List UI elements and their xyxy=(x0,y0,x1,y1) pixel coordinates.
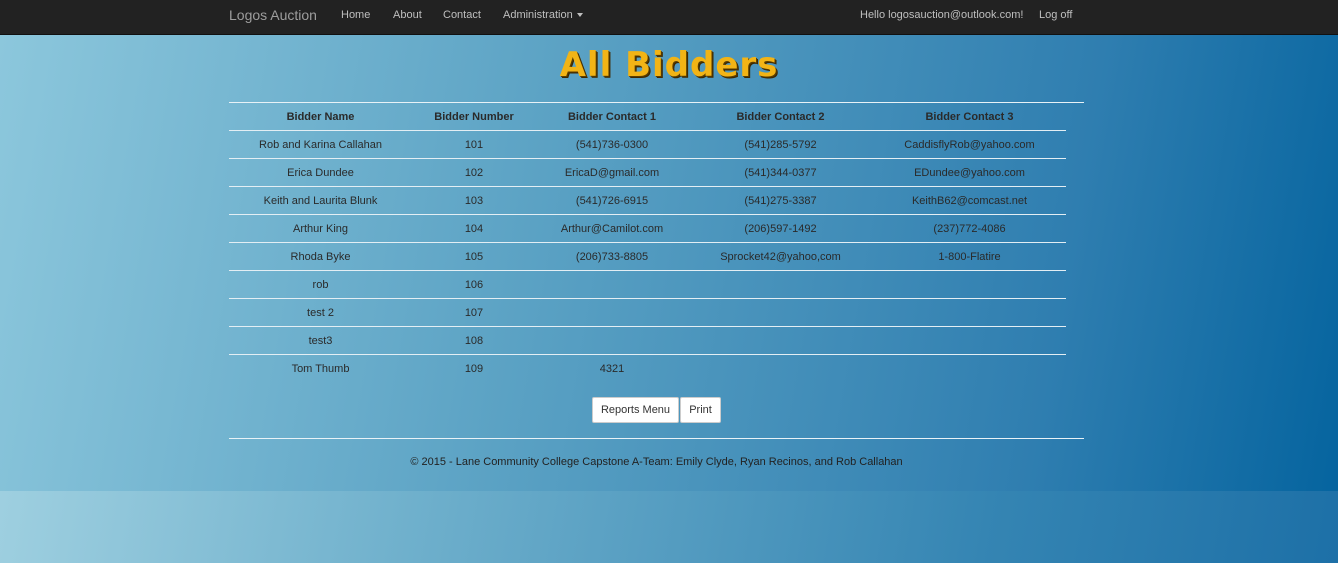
bidder-contact-2-cell xyxy=(688,270,873,299)
page-title: All Bidders xyxy=(559,45,779,85)
bidder-contact-3-cell xyxy=(873,270,1066,299)
bidder-number-cell: 101 xyxy=(412,130,536,159)
bidder-name-cell: Arthur King xyxy=(229,214,412,243)
caret-down-icon xyxy=(576,13,583,18)
bidder-contact-1-cell xyxy=(536,326,688,355)
footer-divider xyxy=(229,438,1084,439)
header-bidder-contact-1: Bidder Contact 1 xyxy=(536,103,688,131)
table-row: Rhoda Byke 105 (206)733-8805 Sprocket42@… xyxy=(229,242,1066,271)
bidder-number-cell: 109 xyxy=(464,362,484,375)
bidder-contact-2-cell: (206)597-1492 xyxy=(688,214,873,243)
reports-menu-button[interactable]: Reports Menu xyxy=(592,397,679,423)
bidder-contact-1-cell: (206)733-8805 xyxy=(536,242,688,271)
table-row: Tom Thumb 109 4321 xyxy=(229,355,1066,383)
administration-label: Administration xyxy=(503,9,573,21)
print-button[interactable]: Print xyxy=(680,397,721,423)
bidder-contact-2-cell xyxy=(688,355,873,383)
bidder-contact-3-cell xyxy=(873,355,1066,383)
bidder-contact-2-cell: (541)285-5792 xyxy=(688,130,873,159)
header-bidder-name: Bidder Name xyxy=(229,103,412,131)
table-row: Rob and Karina Callahan 101 (541)736-030… xyxy=(229,130,1066,159)
bidder-number-cell: 104 xyxy=(412,214,536,243)
table-row: test3 108 xyxy=(229,326,1066,355)
bidder-contact-3-cell xyxy=(873,326,1066,355)
bidder-name-cell: Rhoda Byke xyxy=(229,242,412,271)
bidder-contact-2-cell: Sprocket42@yahoo,com xyxy=(688,242,873,271)
bidders-table: Bidder Name Bidder Number Bidder Contact… xyxy=(229,103,1066,382)
bidder-contact-2-cell xyxy=(688,326,873,355)
bidder-contact-3-cell: (237)772-4086 xyxy=(873,214,1066,243)
bidder-contact-2-cell: (541)275-3387 xyxy=(688,186,873,215)
bidder-name-cell: Keith and Laurita Blunk xyxy=(229,186,412,215)
bidder-contact-3-cell: 1-800-Flatire xyxy=(873,242,1066,271)
nav-home-link[interactable]: Home xyxy=(341,9,370,21)
bidder-name-cell: rob xyxy=(229,270,412,299)
nav-contact-link[interactable]: Contact xyxy=(443,9,481,21)
bidder-contact-3-cell xyxy=(873,298,1066,327)
bidder-number-cell: 105 xyxy=(412,242,536,271)
nav-about-link[interactable]: About xyxy=(393,9,422,21)
bidder-contact-1-cell: (541)736-0300 xyxy=(536,130,688,159)
table-header-row: Bidder Name Bidder Number Bidder Contact… xyxy=(229,103,1066,131)
table-row: Keith and Laurita Blunk 103 (541)726-691… xyxy=(229,186,1066,215)
brand-link[interactable]: Logos Auction xyxy=(229,7,317,23)
bidder-name-cell: test3 xyxy=(229,326,412,355)
bidder-number-cell: 106 xyxy=(412,270,536,299)
bidder-number-cell: 102 xyxy=(412,158,536,187)
table-row: Arthur King 104 Arthur@Camilot.com (206)… xyxy=(229,214,1066,243)
logoff-link[interactable]: Log off xyxy=(1039,9,1072,21)
bidder-name-cell: Erica Dundee xyxy=(229,158,412,187)
bidder-contact-2-cell: (541)344-0377 xyxy=(688,158,873,187)
bidder-contact-1-cell: Arthur@Camilot.com xyxy=(536,214,688,243)
bidder-number-cell: 107 xyxy=(412,298,536,327)
bidder-contact-1-cell: (541)726-6915 xyxy=(536,186,688,215)
header-bidder-contact-3: Bidder Contact 3 xyxy=(873,103,1066,131)
bidder-number-cell: 108 xyxy=(412,326,536,355)
bidder-name-cell: Rob and Karina Callahan xyxy=(229,130,412,159)
bidder-contact-1-cell xyxy=(536,298,688,327)
header-bidder-contact-2: Bidder Contact 2 xyxy=(688,103,873,131)
user-greeting-link[interactable]: Hello logosauction@outlook.com! xyxy=(860,9,1023,21)
bidder-number-cell: 103 xyxy=(412,186,536,215)
bidder-name-cell: Tom Thumb xyxy=(291,362,350,375)
bidder-contact-3-cell: CaddisflyRob@yahoo.com xyxy=(873,130,1066,159)
bidder-contact-1-cell: 4321 xyxy=(599,362,625,375)
footer-copyright: © 2015 - Lane Community College Capstone… xyxy=(410,456,903,468)
bidder-contact-3-cell: KeithB62@comcast.net xyxy=(873,186,1066,215)
bidder-contact-3-cell: EDundee@yahoo.com xyxy=(873,158,1066,187)
table-row: rob 106 xyxy=(229,270,1066,299)
bidder-contact-1-cell xyxy=(536,270,688,299)
bidder-name-cell: test 2 xyxy=(229,298,412,327)
top-navbar: Logos Auction Home About Contact Adminis… xyxy=(0,0,1338,35)
header-bidder-number: Bidder Number xyxy=(412,103,536,131)
nav-administration-dropdown[interactable]: Administration xyxy=(503,9,583,21)
bidder-contact-2-cell xyxy=(688,298,873,327)
table-row: Erica Dundee 102 EricaD@gmail.com (541)3… xyxy=(229,158,1066,187)
table-row: test 2 107 xyxy=(229,298,1066,327)
bidder-contact-1-cell: EricaD@gmail.com xyxy=(536,158,688,187)
